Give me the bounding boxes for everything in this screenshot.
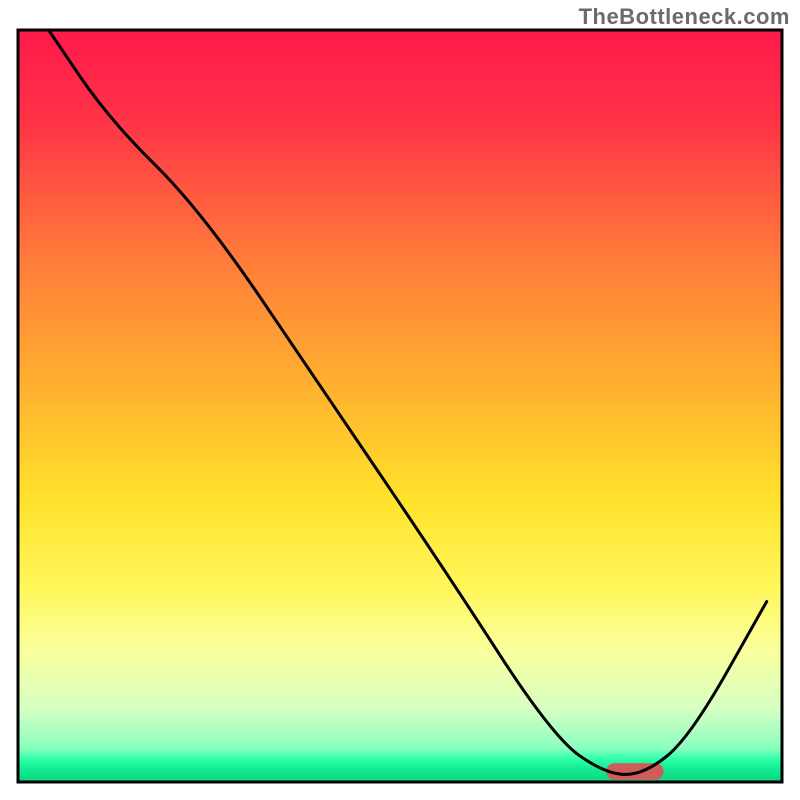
bottleneck-chart	[0, 0, 800, 800]
chart-container: TheBottleneck.com	[0, 0, 800, 800]
watermark-text: TheBottleneck.com	[579, 4, 790, 30]
